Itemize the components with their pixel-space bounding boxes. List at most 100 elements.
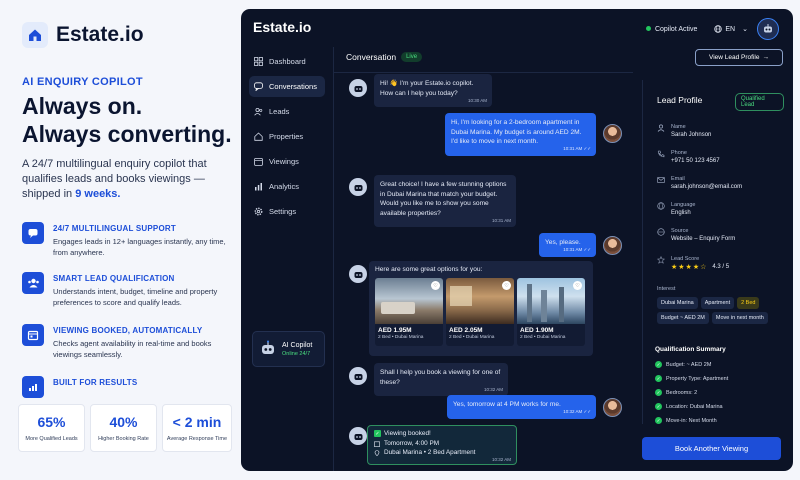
stat-label: Average Response Time — [166, 436, 228, 442]
sidebar-item-dashboard[interactable]: Dashboard — [249, 51, 325, 72]
summary-text: Location: Dubai Marina — [666, 403, 723, 410]
gear-icon — [254, 207, 263, 216]
summary-text: Property Type: Apartment — [666, 375, 729, 382]
description-highlight: 9 weeks. — [75, 188, 121, 200]
check-circle-icon: ✓ — [655, 389, 662, 396]
message-time: 10:32 AM — [483, 386, 503, 392]
property-detail: 2 Bed • Dubai Marina — [520, 335, 566, 340]
live-badge: Live — [401, 52, 423, 62]
message-user: Yes, please. 10:31 AM ✓✓ — [539, 233, 596, 257]
conversation-panel: Conversation Live Hi! 👋 I'm your Estate.i… — [333, 47, 633, 471]
status-dot-icon — [645, 25, 651, 31]
stat-value: < 2 min — [172, 414, 222, 430]
message-time: 10:31 AM ✓✓ — [563, 146, 591, 151]
message-time: 10:31 AM ✓✓ — [563, 247, 591, 252]
mail-icon — [657, 177, 665, 183]
user-icon — [657, 124, 665, 132]
score-value: 4.3 / 5 — [712, 264, 730, 270]
bot-avatar-icon — [349, 178, 367, 196]
user-avatar — [603, 236, 622, 255]
lead-score: Lead Score ★★★★☆ 4.3 / 5 — [657, 256, 729, 271]
interest-chip: Dubai Marina — [657, 297, 698, 309]
lead-profile-title: Lead Profile — [657, 95, 703, 105]
copilot-card-title: AI Copilot — [282, 341, 313, 349]
description: A 24/7 multilingual enquiry copilot that… — [22, 157, 222, 202]
interest-chip: Move in next month — [711, 312, 768, 324]
calendar-icon — [254, 157, 263, 166]
interest-label: Interest — [657, 286, 676, 292]
language-select[interactable]: EN ⌄ — [714, 25, 748, 33]
message-time: 10:30 AM — [467, 97, 487, 103]
sidebar-item-settings[interactable]: Settings — [249, 201, 325, 222]
field-value: Website – Enquiry Form — [671, 236, 736, 242]
field-label: Source — [671, 228, 689, 234]
stat-card: 40% Higher Booking Rate — [90, 404, 157, 452]
viewing-booked-card[interactable]: ✓ Viewing booked! Tomorrow, 4:00 PM Dubai… — [367, 425, 517, 465]
app-window: Estate.io Copilot Active EN ⌄ Dashboard … — [241, 9, 793, 471]
phone-icon — [657, 150, 665, 158]
interest-chip: 2 Bed — [737, 297, 760, 309]
message-time: 10:31 AM — [491, 217, 511, 223]
stats: 65% More Qualified Leads 40% Higher Bookin… — [18, 404, 232, 452]
property-price: AED 2.05M — [449, 327, 483, 334]
heart-icon[interactable]: ♡ — [502, 281, 511, 290]
ai-copilot-card[interactable]: AI Copilot Online 24/7 — [252, 331, 325, 367]
users-icon — [254, 107, 263, 116]
brand: Estate.io — [22, 22, 144, 48]
check-circle-icon: ✓ — [655, 417, 662, 424]
bot-avatar-icon — [349, 367, 367, 385]
message-text: Yes, tomorrow at 4 PM works for me. — [453, 401, 561, 408]
property-card[interactable]: ♡ AED 1.95M 2 Bed • Dubai Marina — [375, 278, 443, 346]
book-another-viewing-button[interactable]: Book Another Viewing — [642, 437, 781, 460]
bot-avatar-icon[interactable] — [757, 18, 779, 40]
sidebar-item-analytics[interactable]: Analytics — [249, 176, 325, 197]
copilot-status-text: Copilot Active — [654, 25, 698, 33]
sidebar-item-properties[interactable]: Properties — [249, 126, 325, 147]
nav-label: Properties — [269, 132, 304, 141]
heart-icon[interactable]: ♡ — [573, 281, 582, 290]
stat-value: 40% — [109, 414, 138, 430]
view-lead-profile-button[interactable]: View Lead Profile → — [695, 49, 783, 66]
feature-qualification: SMART LEAD QUALIFICATION Understands inte… — [22, 272, 232, 308]
sidebar-item-leads[interactable]: Leads — [249, 101, 325, 122]
headline-line-2: Always converting. — [22, 121, 232, 147]
sidebar-item-viewings[interactable]: Viewings — [249, 151, 325, 172]
summary-item: ✓ Move-in: Next Month — [655, 417, 717, 424]
nav-label: Analytics — [269, 182, 300, 191]
topbar-right: Copilot Active EN ⌄ — [645, 18, 779, 40]
conversation-title: Conversation — [346, 52, 397, 62]
feature-results: BUILT FOR RESULTS — [22, 376, 232, 398]
app-title: Estate.io — [253, 19, 312, 35]
message-text: Great choice! I have a few stunning opti… — [380, 181, 507, 217]
chat-bubble-icon — [254, 82, 263, 91]
feature-desc: Checks agent availability in real-time a… — [53, 339, 212, 359]
qualification-summary-title: Qualification Summary — [655, 346, 726, 353]
interest-chip: Apartment — [700, 297, 735, 309]
booked-title: Viewing booked! — [384, 430, 431, 437]
message-text: Hi, I'm looking for a 2-bedroom apartmen… — [451, 119, 582, 145]
feature-desc: Understands intent, budget, timeline and… — [53, 287, 218, 307]
feature-title: BUILT FOR RESULTS — [53, 378, 138, 387]
property-card[interactable]: ♡ AED 2.05M 2 Bed • Dubai Marina — [446, 278, 514, 346]
marketing-panel: Estate.io AI ENQUIRY COPILOT Always on. … — [0, 0, 240, 480]
field-value: +971 50 123 4567 — [671, 158, 720, 164]
chat-icon — [22, 222, 44, 244]
headline: Always on. Always converting. — [22, 92, 237, 148]
grid-icon — [254, 57, 263, 66]
sidebar-item-conversations[interactable]: Conversations — [249, 76, 325, 97]
property-price: AED 1.90M — [520, 327, 554, 334]
field-label: Email — [671, 176, 685, 182]
lead-field-phone: Phone +971 50 123 4567 — [657, 150, 720, 164]
feature-desc: Engages leads in 12+ languages instantly… — [53, 237, 226, 257]
globe-icon — [714, 25, 723, 33]
message-user: Hi, I'm looking for a 2-bedroom apartmen… — [445, 113, 596, 156]
qualified-badge: Qualified Lead — [735, 93, 784, 111]
nav-label: Leads — [269, 107, 290, 116]
feature-title: VIEWING BOOKED, AUTOMATICALLY — [53, 326, 203, 335]
heart-icon[interactable]: ♡ — [431, 281, 440, 290]
stat-card: < 2 min Average Response Time — [162, 404, 232, 452]
field-label: Name — [671, 124, 686, 130]
bar-chart-icon — [255, 183, 262, 191]
options-title: Here are some great options for you: — [375, 266, 483, 273]
property-card[interactable]: ♡ AED 1.90M 2 Bed • Dubai Marina — [517, 278, 585, 346]
